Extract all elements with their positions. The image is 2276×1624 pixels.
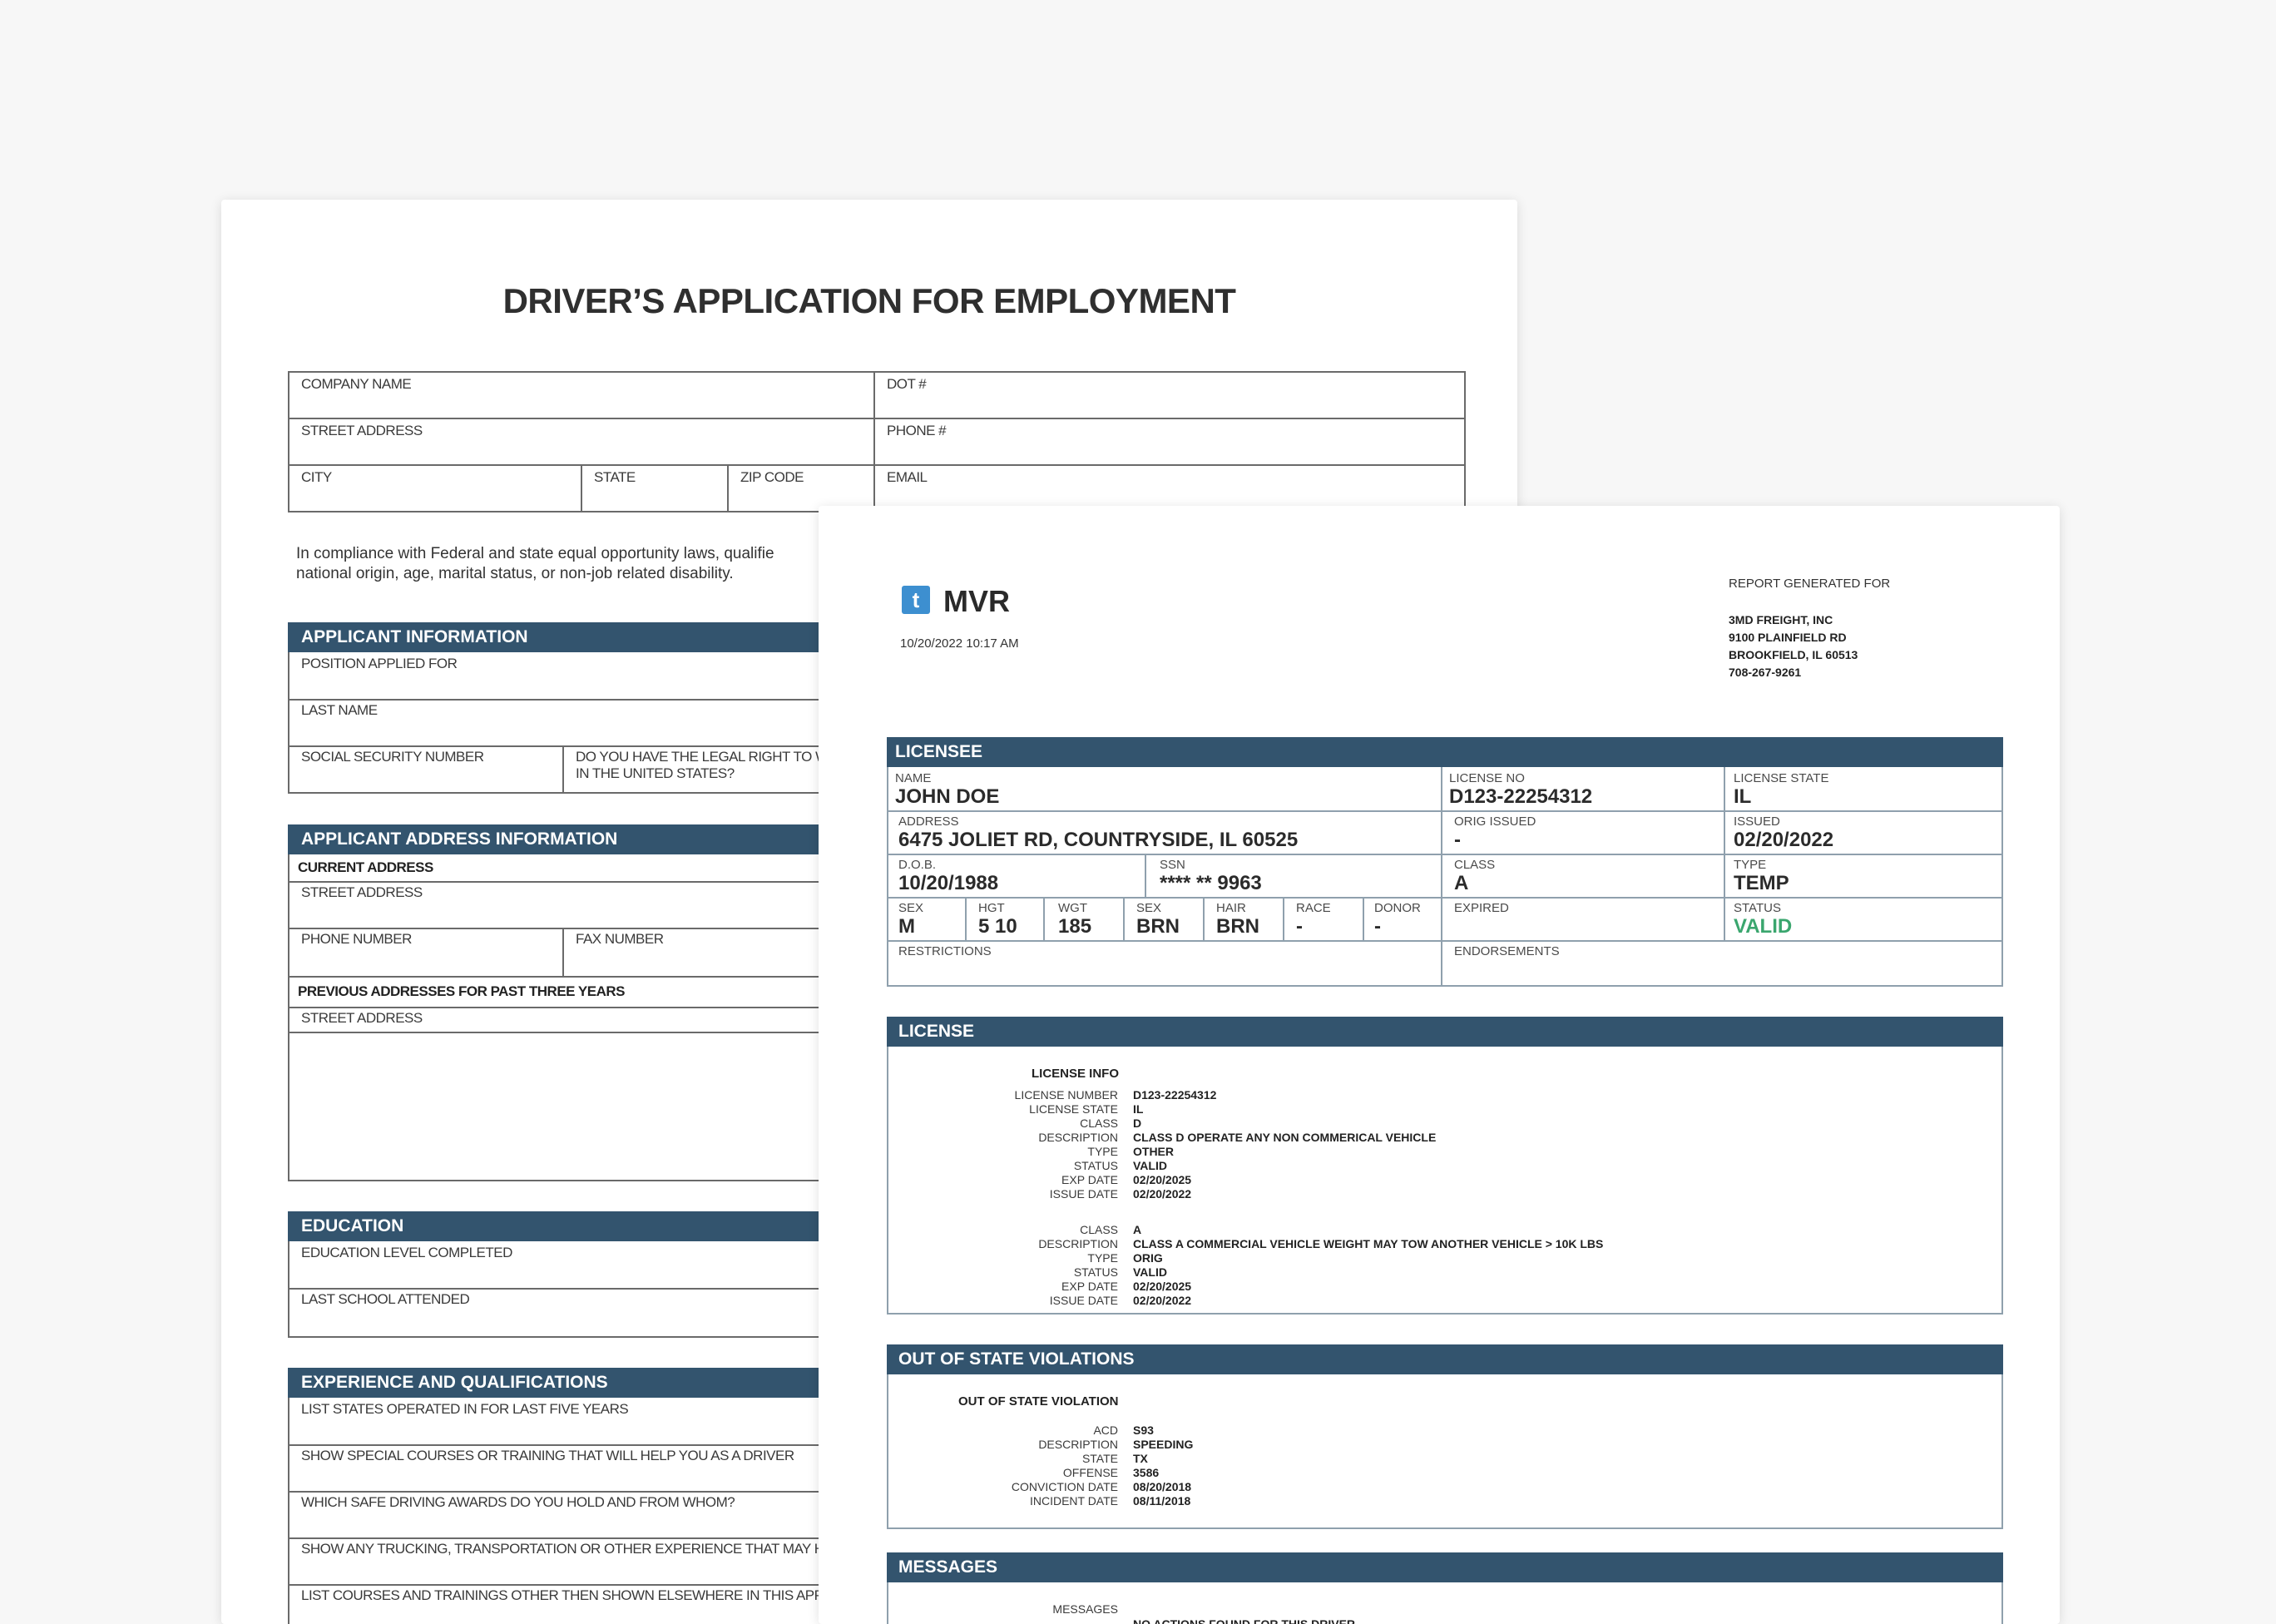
messages-label: MESSAGES	[1052, 1602, 1118, 1616]
education-level-field[interactable]: EDUCATION LEVEL COMPLETED	[301, 1245, 512, 1261]
company-line: 708-267-9261	[1729, 666, 1802, 679]
dob-label: D.O.B.	[898, 858, 937, 872]
report-title: MVR	[943, 584, 1010, 618]
class-label: CLASS	[1454, 858, 1496, 872]
violations-header: OUT OF STATE VIOLATIONS	[887, 1344, 2003, 1374]
company-address-block: 3MD FREIGHT, INC 9100 PLAINFIELD RD BROO…	[1729, 611, 1858, 681]
previous-addresses-label: PREVIOUS ADDRESSES FOR PAST THREE YEARS	[298, 983, 625, 999]
dob-value: 10/20/1988	[898, 872, 999, 894]
position-field[interactable]: POSITION APPLIED FOR	[301, 656, 458, 672]
orig-issued-label: ORIG ISSUED	[1454, 814, 1536, 829]
orig-issued-value: -	[1454, 829, 1461, 851]
name-value: JOHN DOE	[895, 785, 1000, 808]
experience-row[interactable]: LIST COURSES AND TRAININGS OTHER THEN SH…	[301, 1587, 831, 1604]
company-info-table	[288, 371, 1466, 512]
ssn-field[interactable]: SOCIAL SECURITY NUMBER	[301, 749, 484, 765]
type-label: TYPE	[1734, 858, 1767, 872]
license-header: LICENSE	[887, 1017, 2003, 1047]
license-no-value: D123-22254312	[1449, 785, 1593, 808]
company-line: 9100 PLAINFIELD RD	[1729, 631, 1847, 644]
type-value: TEMP	[1734, 872, 1789, 894]
sex-label: SEX	[898, 901, 924, 915]
company-name-field[interactable]: COMPANY NAME	[301, 376, 412, 393]
application-title: DRIVER’S APPLICATION FOR EMPLOYMENT	[502, 281, 1236, 320]
company-line: BROOKFIELD, IL 60513	[1729, 648, 1858, 661]
last-school-field[interactable]: LAST SCHOOL ATTENDED	[301, 1291, 470, 1308]
phone-number-field[interactable]: PHONE NUMBER	[301, 931, 412, 948]
compliance-statement: In compliance with Federal and state equ…	[296, 545, 774, 582]
messages-text: NO ACTIONS FOUND FOR THIS DRIVER	[1133, 1617, 1356, 1624]
restrictions-label: RESTRICTIONS	[898, 944, 992, 958]
licensee-header: LICENSEE	[887, 737, 2003, 767]
issued-label: ISSUED	[1734, 814, 1780, 829]
address-value: 6475 JOLIET RD, COUNTRYSIDE, IL 60525	[898, 829, 1299, 851]
license-info-subheader: LICENSE INFO	[1032, 1067, 1120, 1081]
ssn-value: **** ** 9963	[1160, 872, 1262, 894]
report-timestamp: 10/20/2022 10:17 AM	[900, 636, 1019, 651]
current-street-field[interactable]: STREET ADDRESS	[301, 884, 423, 901]
phone-field[interactable]: PHONE #	[887, 423, 947, 439]
hair-value: BRN	[1216, 915, 1259, 938]
status-value: VALID	[1734, 915, 1793, 938]
violation-values: S93 SPEEDING TX 3586 08/20/2018 08/11/2018	[1133, 1423, 1194, 1508]
current-address-label: CURRENT ADDRESS	[298, 859, 433, 875]
street-address-field[interactable]: STREET ADDRESS	[301, 423, 423, 439]
donor-value: -	[1374, 915, 1381, 938]
height-label: HGT	[978, 901, 1005, 915]
experience-row[interactable]: LIST STATES OPERATED IN FOR LAST FIVE YE…	[301, 1401, 629, 1418]
sex-value: M	[898, 915, 915, 938]
height-value: 5 10	[978, 915, 1017, 938]
license-no-label: LICENSE NO	[1449, 771, 1525, 785]
weight-value: 185	[1058, 915, 1092, 938]
violation-subheader: OUT OF STATE VIOLATION	[958, 1394, 1119, 1409]
company-line: 3MD FREIGHT, INC	[1729, 613, 1833, 626]
violation-keys: ACD DESCRIPTION STATE OFFENSE CONVICTION D…	[1011, 1423, 1118, 1508]
mvr-report-sheet: t MVR 10/20/2022 10:17 AM REPORT GENERAT…	[819, 506, 2060, 1624]
issued-value: 02/20/2022	[1734, 829, 1834, 851]
license-group1-keys: LICENSE NUMBER LICENSE STATE CLASS DESCRIP…	[1014, 1088, 1118, 1201]
zip-field[interactable]: ZIP CODE	[740, 469, 804, 486]
fax-number-field[interactable]: FAX NUMBER	[576, 931, 664, 948]
experience-row[interactable]: WHICH SAFE DRIVING AWARDS DO YOU HOLD AN…	[301, 1494, 735, 1511]
eye-value: BRN	[1136, 915, 1180, 938]
license-group2-keys: CLASS DESCRIPTION TYPE STATUS EXP DATE ISSU…	[1038, 1223, 1118, 1307]
eye-label: SEX	[1136, 901, 1162, 915]
previous-street-field[interactable]: STREET ADDRESS	[301, 1010, 423, 1027]
report-for-label: REPORT GENERATED FOR	[1729, 577, 1891, 591]
race-value: -	[1296, 915, 1303, 938]
donor-label: DONOR	[1374, 901, 1421, 915]
state-field[interactable]: STATE	[594, 469, 636, 486]
license-group2-values: A CLASS A COMMERCIAL VEHICLE WEIGHT MAY T…	[1133, 1223, 1604, 1307]
licensee-table	[887, 767, 2003, 987]
status-label: STATUS	[1734, 901, 1781, 915]
dot-number-field[interactable]: DOT #	[887, 376, 927, 393]
experience-row[interactable]: SHOW ANY TRUCKING, TRANSPORTATION OR OTH…	[301, 1541, 834, 1557]
last-name-field[interactable]: LAST NAME	[301, 702, 378, 719]
city-field[interactable]: CITY	[301, 469, 332, 486]
expired-label: EXPIRED	[1454, 901, 1509, 915]
license-group1-values: D123-22254312 IL D CLASS D OPERATE ANY NON…	[1133, 1088, 1437, 1201]
race-label: RACE	[1296, 901, 1331, 915]
weight-label: WGT	[1058, 901, 1087, 915]
license-state-label: LICENSE STATE	[1734, 771, 1829, 785]
messages-header: MESSAGES	[887, 1552, 2003, 1582]
email-field[interactable]: EMAIL	[887, 469, 928, 486]
address-label: ADDRESS	[898, 814, 959, 829]
name-label: NAME	[895, 771, 932, 785]
logo-icon: t	[902, 586, 930, 614]
legal-right-field[interactable]: DO YOU HAVE THE LEGAL RIGHT TO W IN THE …	[576, 749, 829, 782]
experience-row[interactable]: SHOW SPECIAL COURSES OR TRAINING THAT WI…	[301, 1448, 794, 1464]
hair-label: HAIR	[1216, 901, 1246, 915]
class-value: A	[1454, 872, 1469, 894]
endorsements-label: ENDORSEMENTS	[1454, 944, 1560, 958]
ssn-label: SSN	[1160, 858, 1185, 872]
license-state-value: IL	[1734, 785, 1752, 808]
